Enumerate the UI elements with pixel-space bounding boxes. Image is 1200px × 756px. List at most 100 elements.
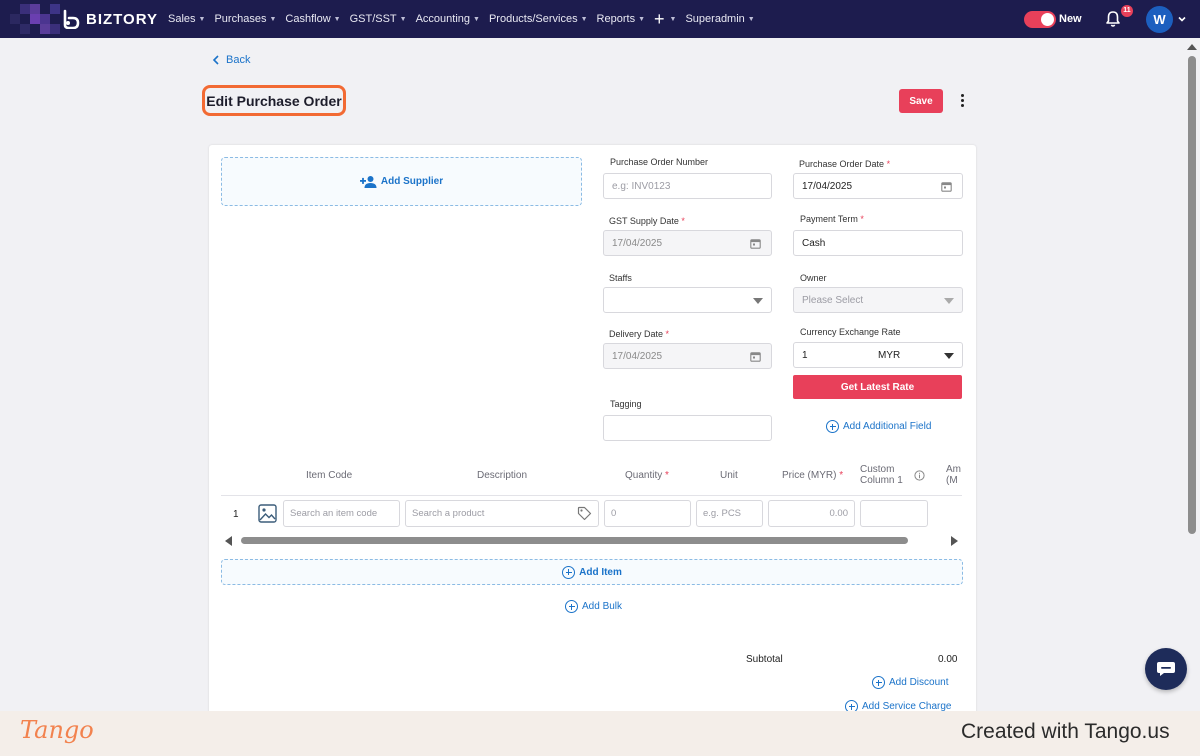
nav-gst-sst[interactable]: GST/SST ▼	[350, 13, 407, 25]
chevron-down-icon: ▼	[669, 15, 677, 23]
custom-column-input[interactable]	[860, 500, 928, 527]
payment-term-input[interactable]: Cash	[793, 230, 963, 256]
scrollbar-thumb[interactable]	[241, 537, 908, 544]
item-code-input[interactable]: Search an item code	[283, 500, 400, 527]
scroll-right-icon[interactable]	[951, 536, 958, 546]
calendar-icon	[750, 352, 761, 362]
scroll-up-icon[interactable]	[1187, 44, 1197, 50]
nav-sales[interactable]: Sales ▼	[168, 13, 205, 25]
main-nav: Sales ▼ Purchases ▼ Cashflow ▼ GST/SST ▼ Acc…	[168, 0, 764, 38]
more-options-icon[interactable]	[957, 94, 967, 110]
col-amount-line2: (M	[946, 475, 958, 486]
nav-sales-label: Sales	[168, 13, 196, 25]
add-bulk-link[interactable]: Add Bulk	[565, 600, 622, 613]
col-unit: Unit	[720, 470, 738, 481]
subtotal-value: 0.00	[938, 654, 958, 665]
scrollbar-thumb[interactable]	[1188, 56, 1196, 534]
page-title-highlight: Edit Purchase Order	[202, 85, 346, 116]
col-price: Price (MYR) *	[782, 470, 844, 481]
nav-cashflow[interactable]: Cashflow ▼	[285, 13, 340, 25]
add-additional-field-link[interactable]: Add Additional Field	[826, 420, 931, 433]
scroll-left-icon[interactable]	[225, 536, 232, 546]
chevron-down-icon: ▼	[333, 15, 341, 23]
owner-select[interactable]: Please Select	[793, 287, 963, 313]
brand-name: BIZTORY	[86, 10, 159, 28]
price-input[interactable]: 0.00	[768, 500, 855, 527]
add-additional-field-label: Add Additional Field	[843, 421, 932, 432]
staffs-label: Staffs	[609, 273, 632, 283]
staffs-select[interactable]	[603, 287, 772, 313]
tagging-input[interactable]	[603, 415, 772, 441]
add-discount-link[interactable]: Add Discount	[872, 676, 948, 689]
notification-badge: 11	[1121, 5, 1133, 17]
dropdown-arrow-icon	[944, 298, 954, 304]
add-item-button[interactable]: Add Item	[221, 559, 963, 585]
po-date-label: Purchase Order Date *	[799, 159, 891, 169]
quantity-input[interactable]: 0	[604, 500, 691, 527]
po-number-input[interactable]: e.g: INV0123	[603, 173, 772, 199]
dropdown-arrow-icon[interactable]	[944, 353, 954, 359]
bell-icon[interactable]	[1104, 10, 1122, 28]
add-item-label: Add Item	[579, 566, 622, 578]
col-custom-1-line2: Column 1	[860, 475, 903, 486]
row-number: 1	[233, 509, 239, 520]
avatar[interactable]: W	[1146, 6, 1173, 33]
delivery-date-label-text: Delivery Date	[609, 329, 664, 339]
chat-support-button[interactable]	[1145, 648, 1187, 690]
image-icon[interactable]	[258, 504, 277, 523]
get-latest-rate-button[interactable]: Get Latest Rate	[793, 375, 962, 399]
col-amount-line1: Am	[946, 464, 961, 475]
brand-logo[interactable]: BIZTORY	[62, 9, 158, 29]
nav-reports-label: Reports	[596, 13, 636, 25]
chevron-down-icon: ▼	[580, 15, 588, 23]
owner-label: Owner	[800, 273, 827, 283]
currency-code[interactable]: MYR	[878, 350, 900, 361]
gst-supply-date-label: GST Supply Date *	[609, 216, 685, 226]
nav-purchases-label: Purchases	[214, 13, 267, 25]
add-bulk-label: Add Bulk	[582, 601, 623, 612]
po-date-input[interactable]: 17/04/2025	[793, 173, 963, 199]
nav-superadmin-label: Superadmin	[685, 13, 745, 25]
col-item-code: Item Code	[306, 470, 353, 481]
page-title: Edit Purchase Order	[206, 92, 342, 109]
gst-supply-date-input[interactable]: 17/04/2025	[603, 230, 772, 256]
add-supplier-button[interactable]: Add Supplier	[221, 157, 582, 206]
info-icon[interactable]	[914, 470, 925, 481]
add-supplier-label: Add Supplier	[380, 176, 444, 187]
page-vertical-scrollbar[interactable]	[1186, 44, 1198, 712]
description-input[interactable]: Search a product	[405, 500, 599, 527]
unit-input[interactable]: e.g. PCS	[696, 500, 763, 527]
chevron-down-icon: ▼	[747, 15, 755, 23]
chevron-down-icon: ▼	[198, 15, 206, 23]
nav-quick-add[interactable]: + ▼	[654, 10, 676, 28]
nav-superadmin[interactable]: Superadmin ▼	[685, 13, 754, 25]
chevron-down-icon[interactable]	[1177, 14, 1187, 24]
new-ui-toggle[interactable]	[1024, 11, 1056, 28]
delivery-date-value: 17/04/2025	[612, 350, 663, 362]
purchase-order-form: Add Supplier Purchase Order Number e.g: …	[209, 145, 976, 720]
tango-logo: Tango	[20, 716, 94, 744]
back-link[interactable]: Back	[212, 54, 250, 66]
nav-cashflow-label: Cashflow	[285, 13, 331, 25]
nav-products-services[interactable]: Products/Services ▼	[489, 13, 588, 25]
col-custom-1: Custom Column 1	[860, 464, 903, 486]
delivery-date-input[interactable]: 17/04/2025	[603, 343, 772, 369]
delivery-date-label: Delivery Date *	[609, 329, 670, 339]
col-quantity-text: Quantity	[625, 470, 663, 481]
nav-reports[interactable]: Reports ▼	[597, 13, 645, 25]
tango-created-with: Created with Tango.us	[961, 720, 1170, 743]
gst-supply-date-label-text: GST Supply Date	[609, 216, 679, 226]
currency-rate-input[interactable]: 1 MYR	[793, 342, 963, 368]
nav-purchases[interactable]: Purchases ▼	[214, 13, 276, 25]
payment-term-label-text: Payment Term	[800, 214, 858, 224]
currency-rate-label: Currency Exchange Rate	[800, 327, 901, 337]
table-horizontal-scrollbar[interactable]	[221, 534, 962, 546]
toggle-knob	[1041, 13, 1054, 26]
tag-icon[interactable]	[577, 506, 592, 521]
col-quantity: Quantity *	[625, 470, 669, 481]
po-date-label-text: Purchase Order Date	[799, 159, 885, 169]
nav-gst-sst-label: GST/SST	[349, 13, 397, 25]
nav-accounting[interactable]: Accounting ▼	[416, 13, 480, 25]
save-button[interactable]: Save	[899, 89, 943, 113]
biztory-logo-icon	[63, 9, 80, 29]
